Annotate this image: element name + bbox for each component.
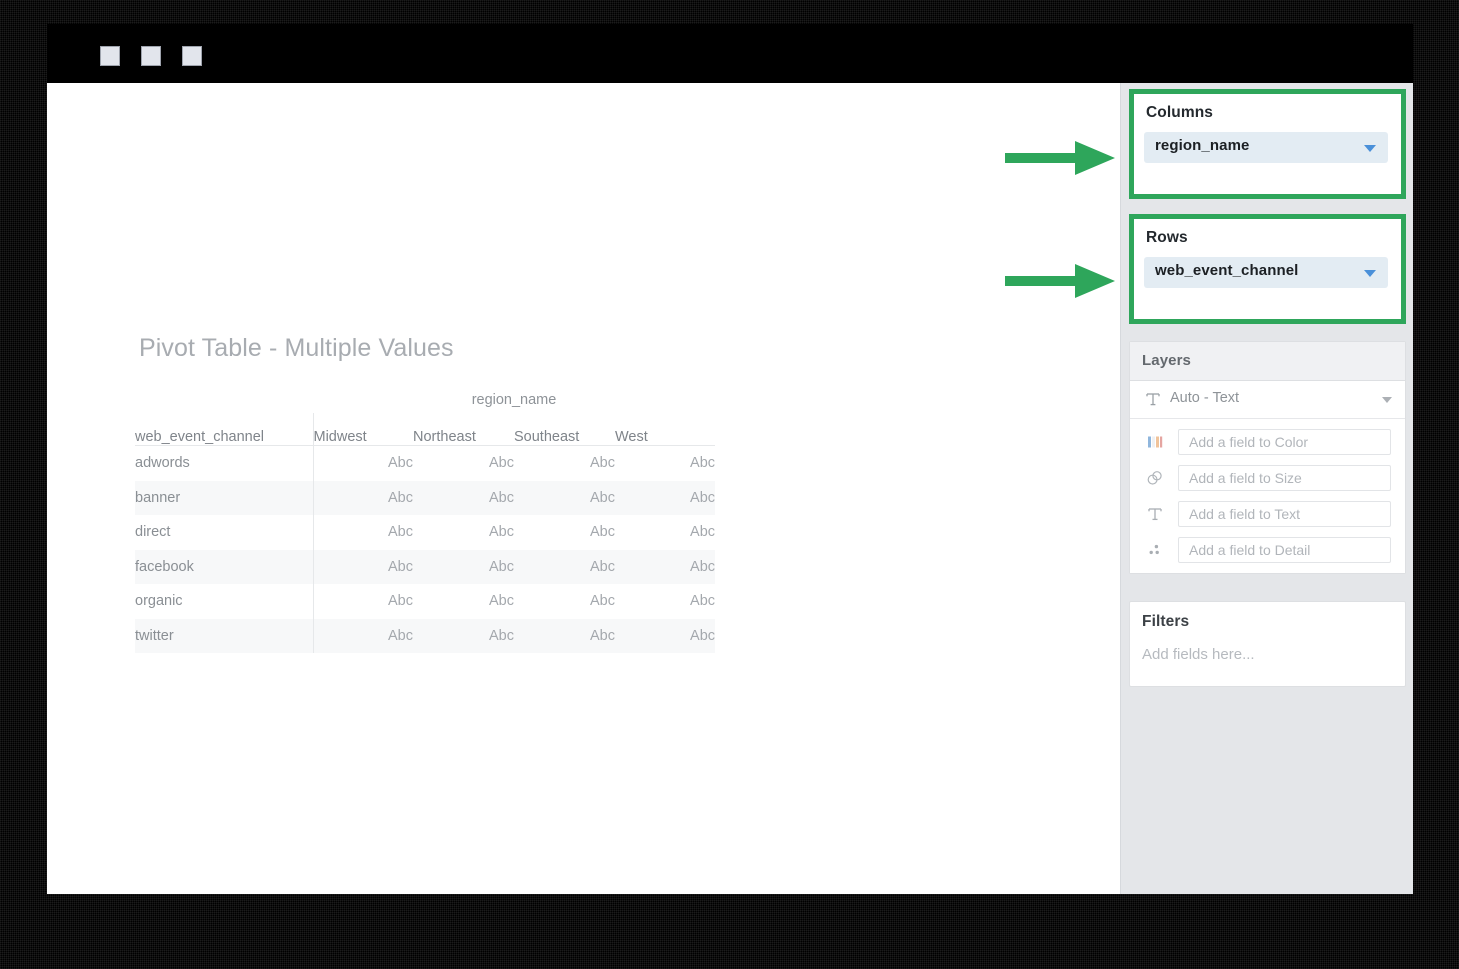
cell-value: Abc xyxy=(514,480,615,515)
layer-type-dropdown[interactable]: Auto - Text xyxy=(1130,381,1405,419)
filters-panel-placeholder: Add fields here... xyxy=(1142,646,1255,663)
encoding-shelf-list: Add a field to Color Add a field to Size xyxy=(1130,419,1405,573)
filters-panel[interactable]: Filters Add fields here... xyxy=(1129,601,1406,687)
row-label: twitter xyxy=(135,618,313,653)
rows-shelf[interactable]: Rows web_event_channel xyxy=(1129,214,1406,324)
cell-value: Abc xyxy=(413,549,514,584)
table-row: direct Abc Abc Abc Abc xyxy=(135,515,715,550)
table-row: organic Abc Abc Abc Abc xyxy=(135,584,715,619)
chevron-down-icon[interactable] xyxy=(1364,270,1376,277)
chevron-down-icon[interactable] xyxy=(1382,397,1392,403)
rows-shelf-title: Rows xyxy=(1146,229,1188,246)
cell-value: Abc xyxy=(514,549,615,584)
cell-value: Abc xyxy=(413,480,514,515)
cell-value: Abc xyxy=(312,618,413,653)
text-field-placeholder: Add a field to Text xyxy=(1189,506,1301,522)
color-field-placeholder: Add a field to Color xyxy=(1189,434,1309,450)
columns-shelf[interactable]: Columns region_name xyxy=(1129,89,1406,199)
pivot-column-header-southeast: Southeast xyxy=(514,413,615,446)
size-field-input[interactable]: Add a field to Size xyxy=(1178,465,1391,491)
filters-panel-title: Filters xyxy=(1142,613,1190,630)
pill-label: web_event_channel xyxy=(1155,262,1299,279)
encoding-shelf-color[interactable]: Add a field to Color xyxy=(1130,429,1405,455)
cell-value: Abc xyxy=(615,549,716,584)
encoding-shelf-detail[interactable]: Add a field to Detail xyxy=(1130,537,1405,563)
text-T-icon xyxy=(1144,390,1162,413)
columns-shelf-title: Columns xyxy=(1146,104,1214,121)
cell-value: Abc xyxy=(312,515,413,550)
pivot-corner-cell xyxy=(135,386,313,413)
table-row: adwords Abc Abc Abc Abc xyxy=(135,445,716,481)
cell-value: Abc xyxy=(312,584,413,619)
window-button-3[interactable] xyxy=(182,46,202,66)
encoding-shelf-text[interactable]: Add a field to Text xyxy=(1130,501,1405,527)
detail-field-input[interactable]: Add a field to Detail xyxy=(1178,537,1391,563)
text-T-icon xyxy=(1145,504,1165,524)
size-field-placeholder: Add a field to Size xyxy=(1189,470,1302,486)
cell-value: Abc xyxy=(489,593,514,610)
page-title: Pivot Table - Multiple Values xyxy=(139,334,454,362)
arrow-pointing-to-rows-shelf xyxy=(1005,264,1115,298)
layer-type-label: Auto - Text xyxy=(1170,390,1240,406)
cell-value: Abc xyxy=(690,524,716,541)
cell-value: Abc xyxy=(590,455,615,472)
pivot-row-field-label: web_event_channel xyxy=(135,413,313,446)
window-button-2[interactable] xyxy=(141,46,161,66)
pivot-table: region_name web_event_channel Midwest No… xyxy=(135,386,716,653)
chevron-down-icon[interactable] xyxy=(1364,145,1376,152)
columns-shelf-pill-region-name[interactable]: region_name xyxy=(1144,132,1388,163)
pill-label: region_name xyxy=(1155,137,1250,154)
layers-panel: Layers Auto - Text Add a field to Color … xyxy=(1129,341,1406,574)
text-field-input[interactable]: Add a field to Text xyxy=(1178,501,1391,527)
row-label: organic xyxy=(135,593,183,610)
color-field-input[interactable]: Add a field to Color xyxy=(1178,429,1391,455)
row-label: direct xyxy=(135,524,171,541)
table-row: banner Abc Abc Abc Abc xyxy=(135,480,716,515)
cell-value: Abc xyxy=(690,593,716,610)
layers-panel-title: Layers xyxy=(1142,352,1191,369)
pivot-header-row: web_event_channel Midwest Northeast Sout… xyxy=(135,413,716,446)
window-button-1[interactable] xyxy=(100,46,120,66)
table-row: facebook Abc Abc Abc Abc xyxy=(135,549,716,584)
pivot-column-header-midwest: Midwest xyxy=(312,413,413,446)
encoding-shelf-size[interactable]: Add a field to Size xyxy=(1130,465,1405,491)
cell-value: Abc xyxy=(312,480,413,515)
cell-value: Abc xyxy=(590,524,615,541)
application-window: Pivot Table - Multiple Values region_nam… xyxy=(47,24,1413,894)
pivot-column-field-label: region_name xyxy=(471,391,557,408)
pivot-column-field-row: region_name xyxy=(135,386,715,413)
row-label: adwords xyxy=(135,455,190,472)
detail-field-placeholder: Add a field to Detail xyxy=(1189,542,1311,558)
application-body: Pivot Table - Multiple Values region_nam… xyxy=(47,83,1413,894)
pivot-column-header-west: West xyxy=(615,413,716,446)
table-row: twitter Abc Abc Abc Abc xyxy=(135,618,716,653)
arrow-pointing-to-columns-shelf xyxy=(1005,141,1115,175)
pivot-column-header-northeast: Northeast xyxy=(413,413,514,446)
cell-value: Abc xyxy=(312,445,413,481)
right-sidebar: Columns region_name Rows web_event_chann… xyxy=(1120,83,1413,894)
size-circles-icon xyxy=(1145,468,1165,488)
window-titlebar xyxy=(47,24,1413,83)
visualization-canvas: Pivot Table - Multiple Values region_nam… xyxy=(47,83,1120,894)
rows-shelf-pill-web-event-channel[interactable]: web_event_channel xyxy=(1144,257,1388,288)
cell-value: Abc xyxy=(489,524,514,541)
color-palette-icon xyxy=(1145,432,1165,452)
cell-value: Abc xyxy=(690,455,716,472)
layers-panel-header: Layers xyxy=(1130,342,1405,381)
cell-value: Abc xyxy=(312,549,413,584)
cell-value: Abc xyxy=(489,455,514,472)
cell-value: Abc xyxy=(413,618,514,653)
cell-value: Abc xyxy=(615,618,716,653)
cell-value: Abc xyxy=(514,618,615,653)
cell-value: Abc xyxy=(615,480,716,515)
detail-dots-icon xyxy=(1145,540,1165,560)
row-label: facebook xyxy=(135,549,313,584)
cell-value: Abc xyxy=(590,593,615,610)
pivot-table-grid: region_name web_event_channel Midwest No… xyxy=(135,386,716,653)
row-label: banner xyxy=(135,480,313,515)
